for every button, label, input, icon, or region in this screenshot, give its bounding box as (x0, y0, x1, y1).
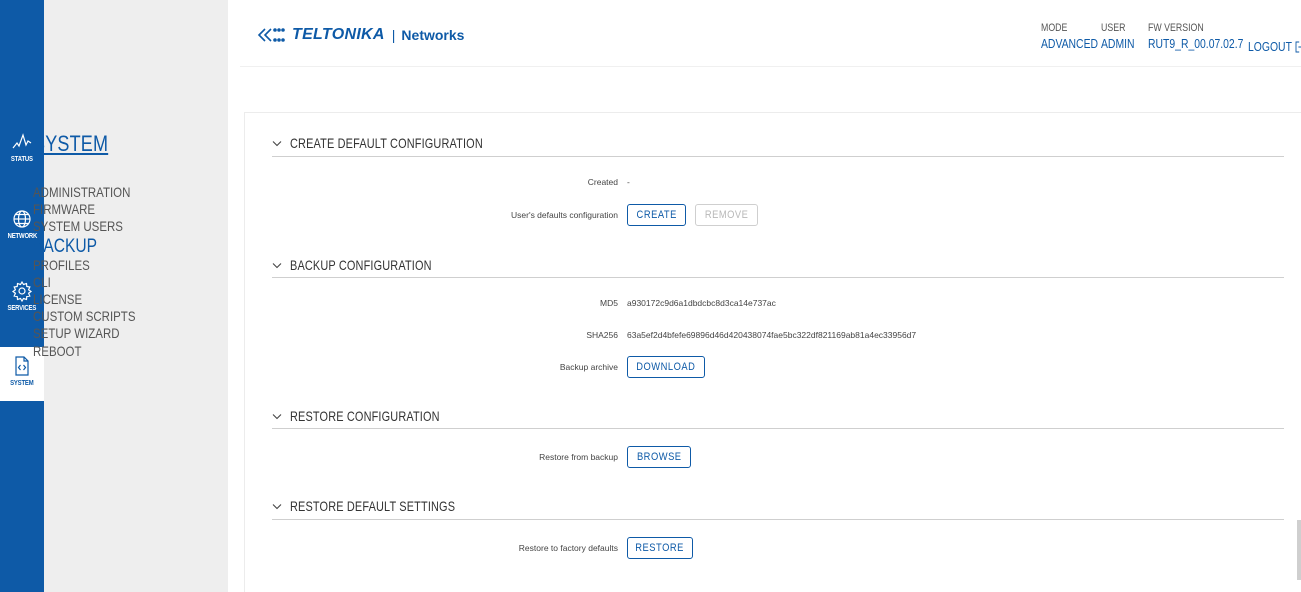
restore-from-backup-label: Restore from backup (539, 452, 618, 462)
chevron-down-icon (272, 503, 282, 509)
header-divider (240, 66, 1301, 67)
sha256-value: 63a5ef2d4bfefe69896d46d420438074fae5bc32… (627, 330, 917, 340)
user-value[interactable]: ADMIN (1101, 35, 1135, 52)
logout-icon (1295, 40, 1301, 53)
header-fw-version: FW VERSION RUT9_R_00.07.02.7 (1148, 22, 1243, 52)
create-button[interactable]: CREATE (627, 204, 686, 226)
logout-label: LOGOUT (1248, 39, 1292, 54)
status-icon (12, 133, 32, 149)
brand-logo[interactable]: TELTONIKA | Networks (256, 26, 464, 44)
section-title: RESTORE CONFIGURATION (290, 408, 440, 424)
chevron-down-icon (272, 262, 282, 268)
section-divider (272, 519, 1284, 520)
scrollbar[interactable] (1297, 520, 1301, 580)
created-value: - (627, 177, 630, 187)
subnav-item-license[interactable]: LICENSE (33, 291, 135, 308)
fw-version-label: FW VERSION (1148, 22, 1204, 34)
logout-button[interactable]: LOGOUT (1248, 39, 1301, 54)
subnav-item-backup[interactable]: BACKUP (33, 236, 135, 257)
section-divider (272, 428, 1284, 429)
user-label: USER (1101, 22, 1126, 34)
subnav-item-reboot[interactable]: REBOOT (33, 343, 135, 360)
globe-icon (13, 210, 31, 228)
teltonika-logo-icon (257, 28, 285, 42)
subnav-item-profiles[interactable]: PROFILES (33, 257, 135, 274)
rail-item-label: STATUS (11, 156, 33, 163)
subnav-item-setup-wizard[interactable]: SETUP WIZARD (33, 325, 135, 342)
header-mode: MODE ADVANCED (1041, 22, 1098, 52)
browse-button[interactable]: BROWSE (627, 446, 691, 468)
factory-defaults-label: Restore to factory defaults (518, 543, 618, 553)
subnav-item-firmware[interactable]: FIRMWARE (33, 201, 135, 218)
subnav-list: ADMINISTRATION FIRMWARE SYSTEM USERS BAC… (33, 184, 158, 360)
section-restore-config-header[interactable]: RESTORE CONFIGURATION (272, 408, 482, 424)
subnav-item-custom-scripts[interactable]: CUSTOM SCRIPTS (33, 308, 135, 325)
section-title: BACKUP CONFIGURATION (290, 257, 432, 273)
subnav-item-cli[interactable]: CLI (33, 274, 135, 291)
created-label: Created (587, 177, 618, 187)
section-title: RESTORE DEFAULT SETTINGS (290, 498, 456, 514)
subnav-item-administration[interactable]: ADMINISTRATION (33, 184, 135, 201)
rail-item-label: SYSTEM (10, 380, 34, 387)
mode-label: MODE (1041, 22, 1068, 34)
fw-version-value: RUT9_R_00.07.02.7 (1148, 36, 1244, 51)
sha256-label: SHA256 (586, 330, 618, 340)
section-backup-header[interactable]: BACKUP CONFIGURATION (272, 257, 472, 273)
code-file-icon (15, 356, 29, 376)
subnav-title[interactable]: SYSTEM (33, 131, 108, 157)
chevron-down-icon (272, 140, 282, 146)
md5-value: a930172c9d6a1dbdcbc8d3ca14e737ac (627, 298, 776, 308)
mode-value[interactable]: ADVANCED (1041, 35, 1098, 52)
user-defaults-label: User's defaults configuration (511, 210, 618, 220)
logo-separator: | (391, 27, 396, 43)
content-panel (244, 112, 1301, 592)
md5-label: MD5 (600, 298, 618, 308)
subnav-item-system-users[interactable]: SYSTEM USERS (33, 218, 135, 235)
remove-button: REMOVE (695, 204, 758, 226)
section-restore-defaults-header[interactable]: RESTORE DEFAULT SETTINGS (272, 498, 502, 514)
backup-archive-label: Backup archive (559, 362, 618, 372)
restore-button[interactable]: RESTORE (627, 537, 693, 559)
download-button[interactable]: DOWNLOAD (627, 356, 705, 378)
section-divider (272, 156, 1284, 157)
section-title: CREATE DEFAULT CONFIGURATION (290, 135, 483, 151)
logo-brand-text: TELTONIKA (292, 26, 385, 43)
header-user: USER ADMIN (1101, 22, 1135, 52)
chevron-down-icon (272, 413, 282, 419)
section-divider (272, 277, 1284, 278)
section-create-default-header[interactable]: CREATE DEFAULT CONFIGURATION (272, 135, 537, 151)
gear-icon (11, 280, 33, 302)
logo-networks-text: Networks (401, 27, 465, 43)
